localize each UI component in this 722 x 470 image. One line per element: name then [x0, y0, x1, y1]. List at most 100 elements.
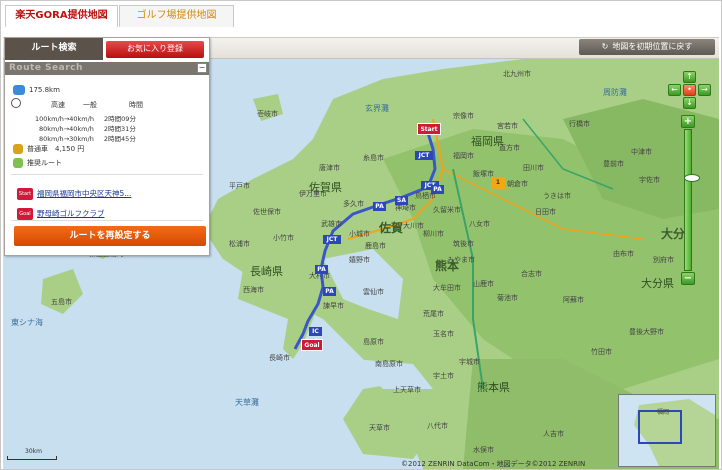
start-badge: Start	[17, 188, 33, 200]
refresh-icon: ↻	[601, 42, 609, 51]
map-label-city: 朝倉市	[507, 180, 528, 188]
map-label-city: 長崎市	[269, 354, 290, 362]
start-link[interactable]: Start 福岡県福岡市中央区天神5...	[17, 188, 131, 200]
start-location[interactable]: 福岡県福岡市中央区天神5...	[37, 189, 131, 198]
collapse-icon[interactable]: −	[197, 63, 207, 73]
map-label-city: 壱岐市	[257, 110, 278, 118]
map-label-city: 宇城市	[459, 358, 480, 366]
route-goal-marker[interactable]: Goal	[301, 339, 323, 351]
road-badge-pa: PA	[315, 265, 328, 274]
map-label-city: 直方市	[499, 144, 520, 152]
point-marker[interactable]: 1	[491, 177, 505, 189]
map-label-prefecture: 熊本県	[477, 381, 510, 394]
car-icon	[13, 85, 25, 95]
map-label-city: 雲仙市	[363, 288, 384, 296]
map-label-city: 中津市	[631, 148, 652, 156]
map-label-city: 宗像市	[453, 112, 474, 120]
road-badge-pa: PA	[373, 202, 386, 211]
map-label-sea: 玄界灘	[365, 104, 389, 113]
map-label-city: 菊池市	[497, 294, 518, 302]
map-label-prefecture: 佐賀	[379, 221, 404, 235]
map-label-city: 水俣市	[473, 446, 494, 454]
map-label-city: 西海市	[243, 286, 264, 294]
map-label-city: 田川市	[523, 164, 544, 172]
map-label-city: 大川市	[403, 222, 424, 230]
toll-row: 普通車 4,150 円	[13, 144, 84, 154]
speed-highway: 80km/h	[39, 135, 64, 143]
distance-value: 175.8km	[29, 86, 60, 94]
road-badge-pa: PA	[431, 185, 444, 194]
map-label-city: 小竹市	[273, 234, 294, 242]
pan-up-icon[interactable]: ↑	[683, 71, 696, 83]
scale-bar	[7, 456, 57, 460]
reset-map-label: 地図を初期位置に戻す	[612, 42, 693, 51]
tab-route-search[interactable]: ルート検索	[5, 38, 103, 60]
map-label-city: 松浦市	[229, 240, 250, 248]
map-label-city: 小城市	[349, 230, 370, 238]
reset-route-button[interactable]: ルートを再設定する	[14, 226, 206, 246]
pan-center-icon[interactable]: •	[683, 84, 696, 96]
map-label-city: 別府市	[653, 256, 674, 264]
add-favorite-button[interactable]: お気に入り登録	[106, 41, 204, 58]
overview-minimap[interactable]: 福岡	[618, 394, 716, 467]
map-label-city: 南島原市	[375, 360, 403, 368]
map-label-city: 久留米市	[433, 206, 461, 214]
speed-general: 30km/h	[69, 135, 94, 143]
pan-down-icon[interactable]: ↓	[683, 97, 696, 109]
pan-control: ↑ ← • → ↓	[668, 71, 712, 111]
map-label-city: 伊万里市	[299, 190, 327, 198]
map-label-city: 多久市	[343, 200, 364, 208]
divider	[11, 174, 203, 175]
map-label-city: 豊前市	[603, 160, 624, 168]
tab-golf-course-map[interactable]: ゴルフ場提供地図	[119, 5, 234, 27]
route-start-marker[interactable]: Start	[417, 123, 441, 135]
speed-general: 40km/h	[69, 115, 94, 123]
zoom-slider-track[interactable]	[684, 129, 700, 271]
distance-row: 175.8km	[13, 85, 60, 95]
speed-row: 80km/h→30km/h 2時間45分	[39, 135, 136, 143]
map-label-city: 玉名市	[433, 330, 454, 338]
map-label-city: 柳川市	[423, 230, 444, 238]
zoom-slider-handle[interactable]	[684, 174, 700, 182]
map-label-city: みやま市	[447, 256, 475, 264]
speed-highway: 100km/h	[35, 115, 64, 123]
speed-header-highway: 高速	[51, 101, 65, 109]
map-label-city: 平戸市	[229, 182, 250, 190]
reset-map-position-button[interactable]: ↻ 地図を初期位置に戻す	[579, 39, 715, 55]
map-label-city: 行橋市	[569, 120, 590, 128]
pan-right-icon[interactable]: →	[698, 84, 711, 96]
map-label-city: 山鹿市	[473, 280, 494, 288]
map-label-city: 八代市	[427, 422, 448, 430]
map-label-city: 糸島市	[363, 154, 384, 162]
scale-label: 30km	[25, 448, 42, 455]
map-label-prefecture: 大分県	[641, 277, 674, 290]
map-label-city: 武雄市	[321, 220, 342, 228]
goal-link[interactable]: Goal 野母崎ゴルフクラブ	[17, 208, 105, 220]
zoom-in-button[interactable]: +	[681, 115, 695, 128]
map-label-city: 五島市	[51, 298, 72, 306]
map-label-city: 北九州市	[503, 70, 531, 78]
pan-left-icon[interactable]: ←	[668, 84, 681, 96]
road-badge-sa: SA	[395, 196, 408, 205]
map-label-city: 人吉市	[543, 430, 564, 438]
speed-general: 40km/h	[69, 125, 94, 133]
map-label-city: 筑後市	[453, 240, 474, 248]
zoom-out-button[interactable]: −	[681, 272, 695, 285]
map-label-city: 日田市	[535, 208, 556, 216]
travel-time: 2時間31分	[103, 125, 136, 133]
route-type: 推奨ルート	[27, 159, 62, 167]
map-label-city: 由布市	[613, 250, 634, 258]
travel-time: 2時間09分	[104, 115, 136, 123]
speed-row: 100km/h→40km/h 2時間09分	[35, 115, 136, 123]
map-label-city: 上天草市	[393, 386, 421, 394]
map-label-city: 島原市	[363, 338, 384, 346]
map-label-sea: 東シナ海	[11, 318, 43, 327]
goal-location[interactable]: 野母崎ゴルフクラブ	[37, 209, 105, 218]
map-label-city: 大牟田市	[433, 284, 461, 292]
route-type-row: 推奨ルート	[13, 158, 62, 168]
map-label-city: 竹田市	[591, 348, 612, 356]
map-label-city: 諫早市	[323, 302, 344, 310]
travel-time: 2時間45分	[103, 135, 136, 143]
road-badge-jct: JCT	[323, 235, 341, 244]
tab-gora-map[interactable]: 楽天GORA提供地図	[5, 5, 118, 27]
